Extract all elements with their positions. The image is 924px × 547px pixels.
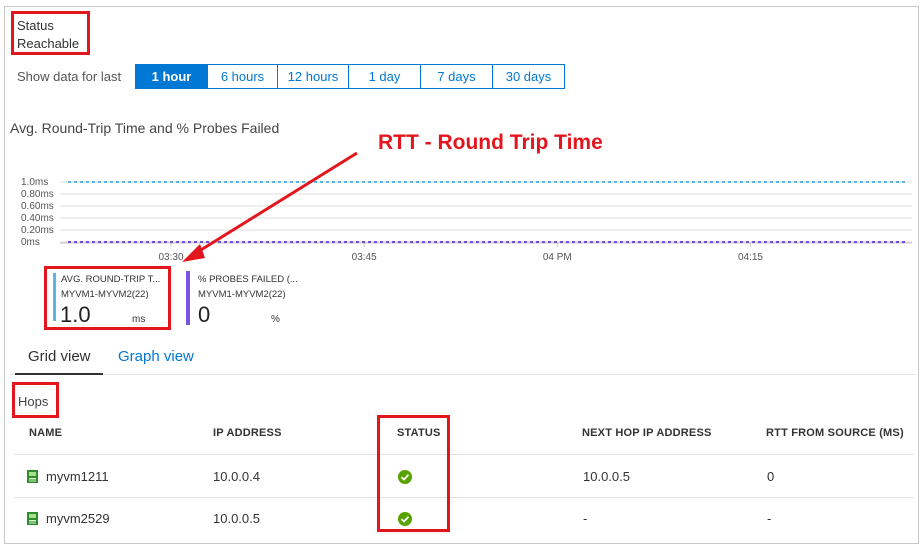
chart-series [68,181,905,243]
tab-active-indicator [15,373,103,375]
annotation-arrow [182,151,358,262]
column-header-ip-address[interactable]: IP ADDRESS [213,427,282,439]
hop-ip: 10.0.0.4 [213,469,260,484]
virtual-machine-icon [27,512,38,525]
legend-probes-sub: MYVM1-MYVM2(22) [198,289,286,300]
y-tick-label: 0.60ms [21,201,54,212]
hop-rtt: 0 [767,469,775,484]
legend-probes-swatch [186,271,190,325]
x-tick-label: 04:15 [738,252,763,263]
legend-probes-title: % PROBES FAILED (... [198,274,298,285]
x-tick-label: 03:45 [352,252,377,263]
table-divider [14,497,914,498]
hop-name[interactable]: myvm2529 [46,511,110,526]
y-tick-label: 0.80ms [21,189,54,200]
y-grid: 1.0ms0.80ms0.60ms0.40ms0.20ms0ms [21,177,912,248]
hop-ip: 10.0.0.5 [213,511,260,526]
tab-separator [10,374,915,375]
status-column-highlight-box [377,415,450,532]
hop-next-hop-ip: 10.0.0.5 [583,469,630,484]
hop-name[interactable]: myvm1211 [46,469,109,484]
legend-probes-value: 0 [198,302,211,327]
y-tick-label: 1.0ms [21,177,48,188]
hop-rtt: - [767,511,772,526]
y-tick-label: 0ms [21,237,40,248]
legend-probes-failed[interactable]: % PROBES FAILED (... MYVM1-MYVM2(22) 0 % [186,271,316,327]
x-tick-label: 04 PM [543,252,572,263]
y-tick-label: 0.20ms [21,225,54,236]
legend-rtt-highlight-box [44,266,171,330]
table-divider [14,454,914,455]
y-tick-label: 0.40ms [21,213,54,224]
column-header-name[interactable]: NAME [29,427,62,439]
column-header-next-hop-ip[interactable]: NEXT HOP IP ADDRESS [582,427,712,439]
hops-highlight-box [12,382,59,418]
hop-next-hop-ip: - [583,511,588,526]
tab-grid-view[interactable]: Grid view [28,348,91,365]
x-tick-label: 03:30 [158,252,183,263]
tab-graph-view[interactable]: Graph view [118,348,194,365]
column-header-rtt-from-source[interactable]: RTT FROM SOURCE (MS) [766,427,904,439]
legend-probes-unit: % [271,314,280,325]
virtual-machine-icon [27,470,38,483]
